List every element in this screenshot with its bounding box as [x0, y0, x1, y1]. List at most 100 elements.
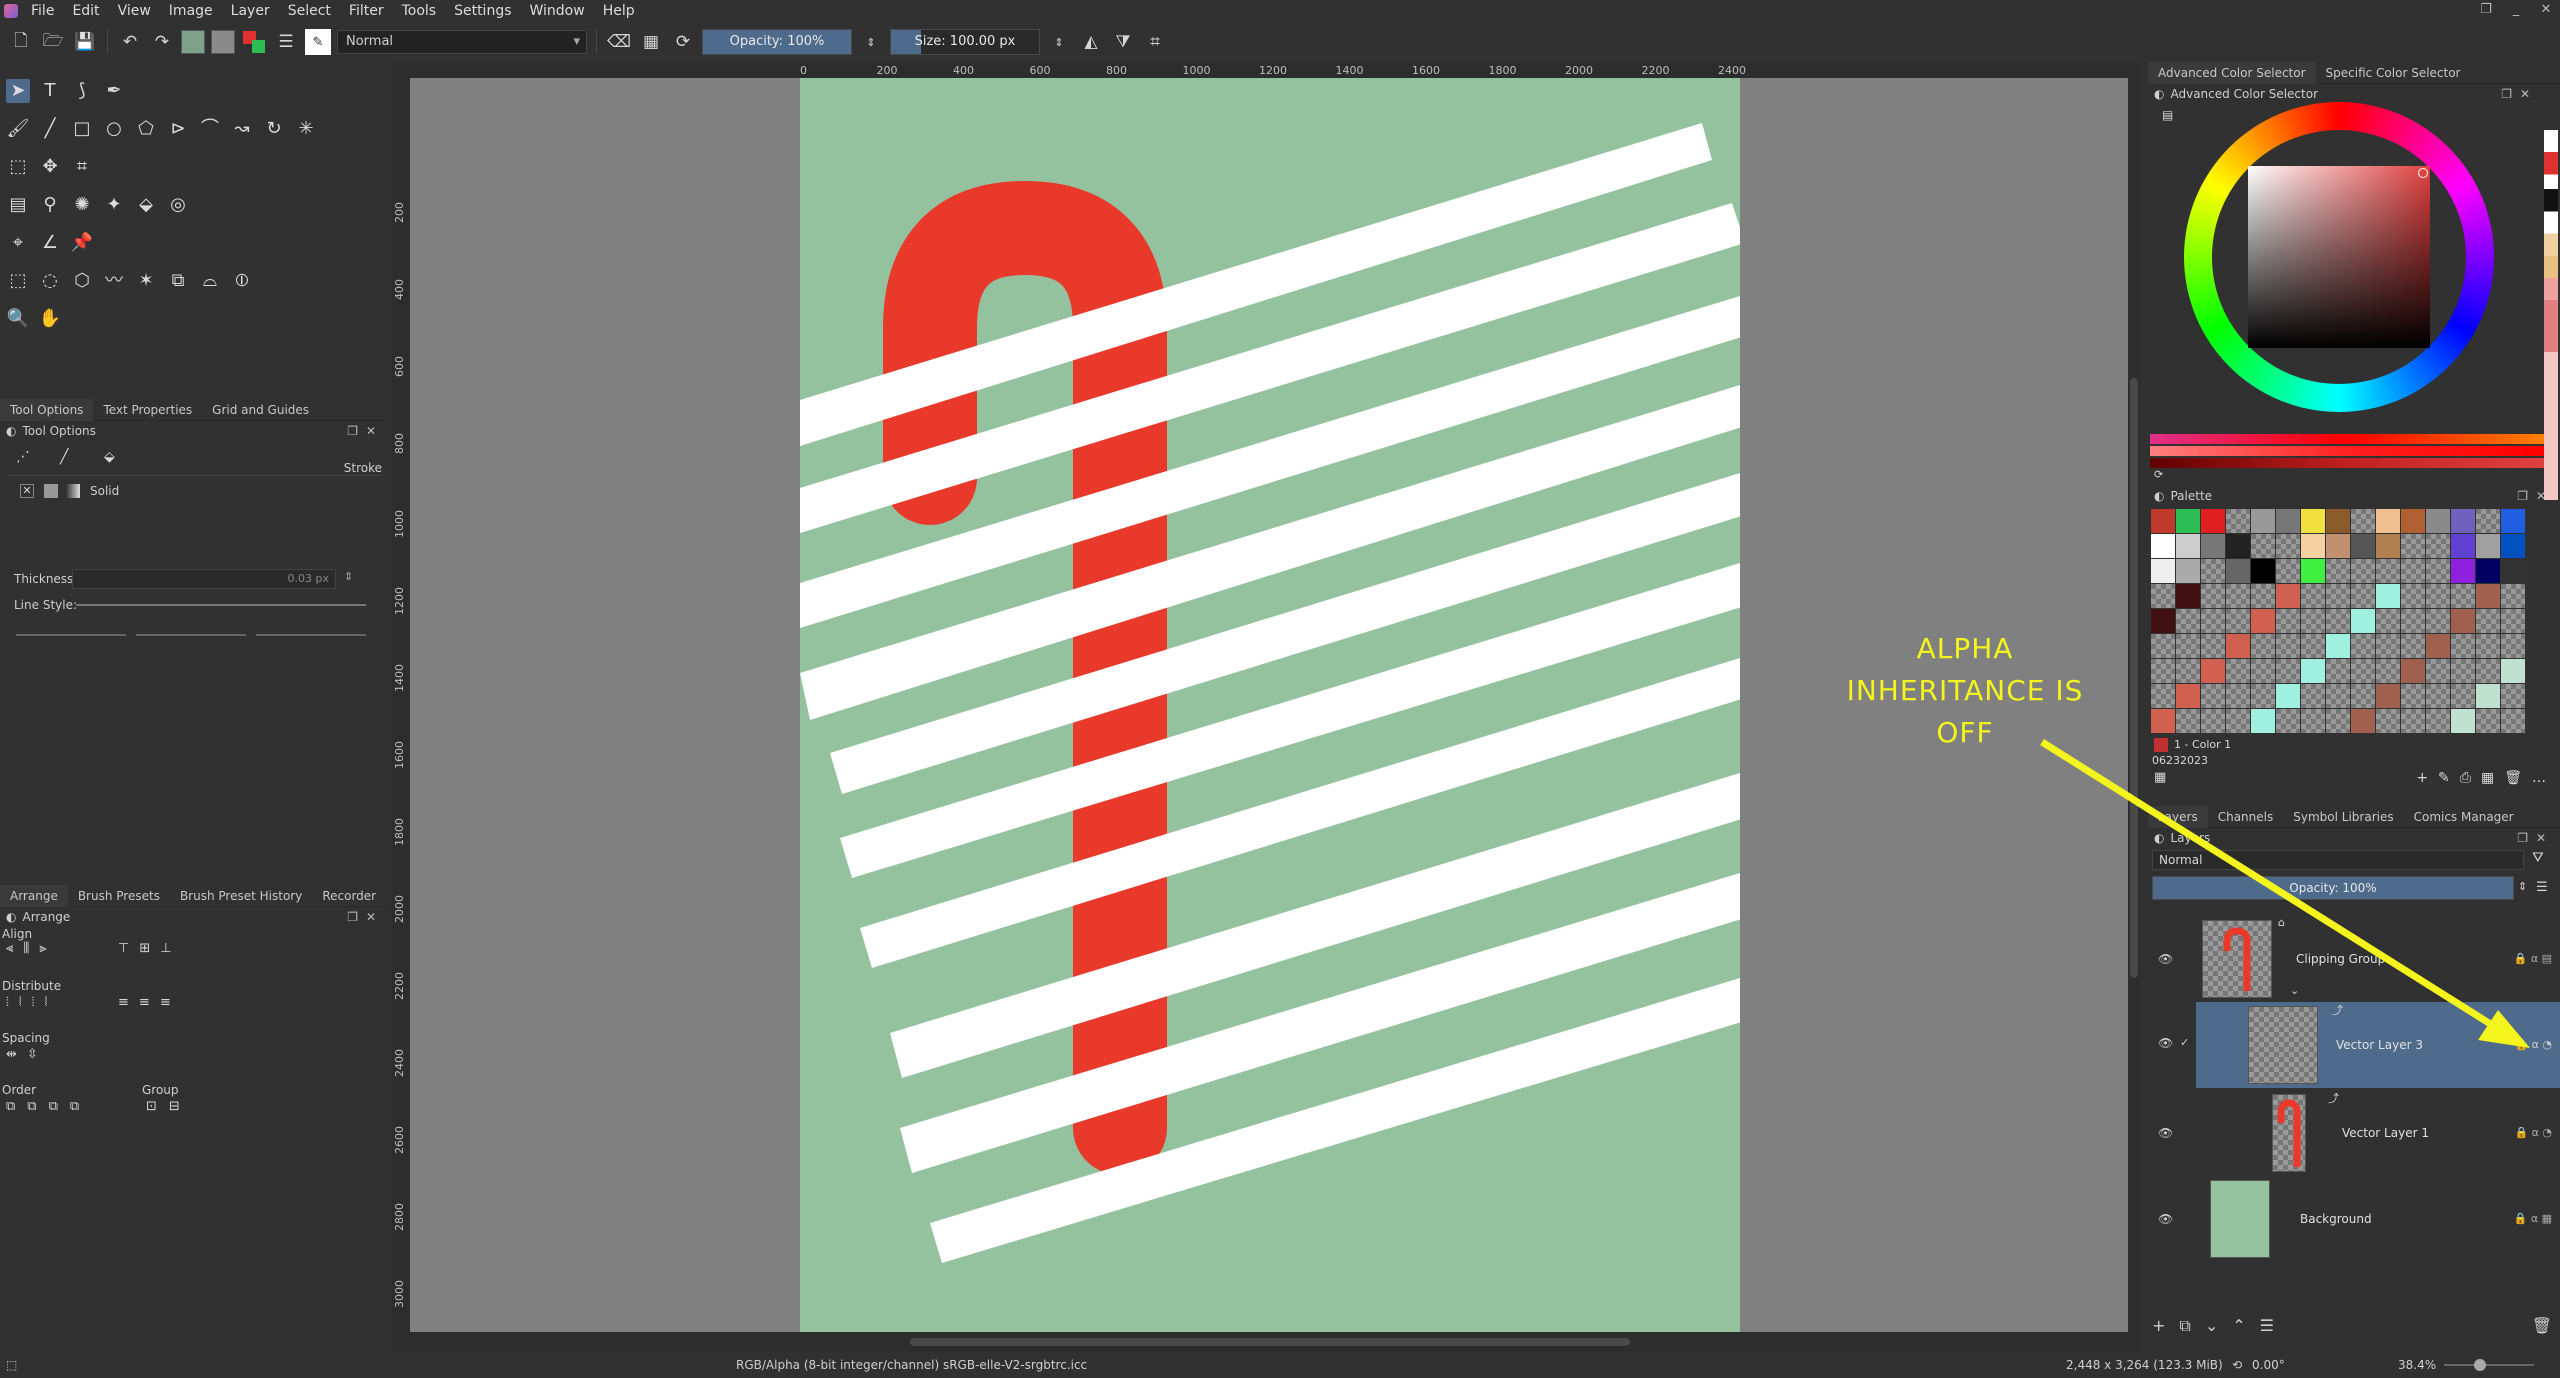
- palette-swatch[interactable]: [2451, 634, 2475, 658]
- minimize-icon[interactable]: _: [2508, 2, 2524, 18]
- palette-swatch[interactable]: [2176, 684, 2200, 708]
- mirror-horizontal-icon[interactable]: ◭: [1078, 29, 1104, 55]
- reload-preset-icon[interactable]: ⟳: [670, 29, 696, 55]
- palette-swatch[interactable]: [2276, 534, 2300, 558]
- docker-float-close-icons[interactable]: ❐✕: [2517, 489, 2554, 503]
- size-slider[interactable]: Size: 100.00 px: [890, 29, 1040, 55]
- pan-tool-icon[interactable]: ✋: [38, 307, 62, 331]
- palette-swatch[interactable]: [2351, 659, 2375, 683]
- palette-swatch[interactable]: [2376, 584, 2400, 608]
- fg-bg-color-swatch[interactable]: [241, 29, 267, 55]
- palette-swatch[interactable]: [2251, 709, 2275, 733]
- delete-swatch-icon[interactable]: 🗑: [2504, 770, 2522, 786]
- saturation-value-square[interactable]: [2248, 166, 2430, 348]
- undo-icon[interactable]: ↶: [117, 29, 143, 55]
- palette-swatch[interactable]: [2251, 659, 2275, 683]
- palette-swatch[interactable]: [2426, 609, 2450, 633]
- docker-lock-icon[interactable]: ◐: [6, 910, 16, 924]
- align-hcenter-icon[interactable]: ⫼: [23, 941, 29, 956]
- vertical-scrollbar[interactable]: [2128, 78, 2140, 1332]
- palette-more-icon[interactable]: …: [2532, 770, 2546, 786]
- import-palette-icon[interactable]: ⎙: [2460, 770, 2471, 786]
- color-selector-settings-icon[interactable]: ▤: [2162, 108, 2173, 122]
- palette-swatch[interactable]: [2351, 509, 2375, 533]
- palette-swatch[interactable]: [2401, 659, 2425, 683]
- palette-swatch[interactable]: [2476, 584, 2500, 608]
- palette-swatch[interactable]: [2326, 559, 2350, 583]
- palette-swatch[interactable]: [2501, 634, 2525, 658]
- palette-swatch[interactable]: [2401, 634, 2425, 658]
- refresh-colors-icon[interactable]: ⟳: [2154, 468, 2163, 481]
- zoom-slider[interactable]: [2444, 1359, 2534, 1371]
- palette-swatch[interactable]: [2226, 509, 2250, 533]
- docker-lock-icon[interactable]: ◐: [2154, 489, 2164, 503]
- rotation-icon[interactable]: ⟲: [2232, 1358, 2242, 1372]
- palette-swatch[interactable]: [2376, 609, 2400, 633]
- brush-preset-icon[interactable]: ✎: [305, 29, 331, 55]
- palette-swatch[interactable]: [2501, 559, 2525, 583]
- calligraphy-tool-icon[interactable]: ✒: [102, 79, 126, 103]
- add-layer-icon[interactable]: +: [2152, 1316, 2165, 1342]
- palette-swatch[interactable]: [2401, 534, 2425, 558]
- pattern-swatch[interactable]: [211, 30, 235, 54]
- docker-lock-icon[interactable]: ◐: [6, 424, 16, 438]
- palette-swatch[interactable]: [2176, 559, 2200, 583]
- palette-swatch[interactable]: [2301, 609, 2325, 633]
- palette-swatch[interactable]: [2401, 709, 2425, 733]
- menu-select[interactable]: Select: [279, 0, 340, 22]
- palette-swatch[interactable]: [2301, 659, 2325, 683]
- palette-swatch[interactable]: [2451, 534, 2475, 558]
- freehand-brush-tool-icon[interactable]: 🖌: [6, 117, 30, 141]
- palette-swatch[interactable]: [2401, 609, 2425, 633]
- menu-settings[interactable]: Settings: [445, 0, 520, 22]
- tab-brush-preset-history[interactable]: Brush Preset History: [170, 885, 312, 907]
- palette-swatch[interactable]: [2401, 584, 2425, 608]
- visibility-eye-icon[interactable]: 👁: [2158, 952, 2173, 966]
- distribute-right-icon[interactable]: ⦙: [32, 995, 35, 1010]
- palette-swatch[interactable]: [2276, 684, 2300, 708]
- tab-grid-guides[interactable]: Grid and Guides: [202, 399, 319, 421]
- palette-swatch[interactable]: [2276, 584, 2300, 608]
- edit-shapes-tool-icon[interactable]: ⟆: [70, 79, 94, 103]
- palette-swatch[interactable]: [2501, 584, 2525, 608]
- palette-swatch[interactable]: [2326, 659, 2350, 683]
- tab-tool-options[interactable]: Tool Options: [0, 398, 94, 421]
- layer-menu-icon[interactable]: ☰: [2536, 880, 2548, 895]
- palette-swatch[interactable]: [2426, 684, 2450, 708]
- group-collapse-icon[interactable]: ⌄: [2290, 984, 2299, 997]
- palette-swatch[interactable]: [2201, 559, 2225, 583]
- palette-swatch[interactable]: [2351, 609, 2375, 633]
- transform-tool-icon[interactable]: ⬚: [6, 155, 30, 179]
- palette-swatch[interactable]: [2376, 534, 2400, 558]
- palette-swatch[interactable]: [2326, 584, 2350, 608]
- smart-patch-tool-icon[interactable]: ✺: [70, 193, 94, 217]
- palette-swatch[interactable]: [2476, 609, 2500, 633]
- vertical-scroll-thumb[interactable]: [2130, 378, 2138, 978]
- palette-swatch[interactable]: [2301, 534, 2325, 558]
- palette-swatch[interactable]: [2251, 609, 2275, 633]
- visibility-eye-icon[interactable]: 👁: [2158, 1036, 2173, 1050]
- ellipse-select-tool-icon[interactable]: ◌: [38, 269, 62, 293]
- palette-swatch-grid[interactable]: [2151, 509, 2525, 733]
- stroke-line-icon[interactable]: ╱: [60, 449, 68, 465]
- palette-swatch[interactable]: [2276, 509, 2300, 533]
- palette-swatch[interactable]: [2476, 634, 2500, 658]
- duplicate-layer-icon[interactable]: ⧉: [2179, 1316, 2190, 1342]
- palette-swatch[interactable]: [2501, 509, 2525, 533]
- docker-float-close-icons[interactable]: ❐✕: [2517, 831, 2554, 845]
- fill-gradient-swatch[interactable]: [181, 30, 205, 54]
- bring-to-front-icon[interactable]: ⧉: [6, 1099, 15, 1114]
- opacity-stepper-icon[interactable]: ⇕: [858, 29, 884, 55]
- palette-swatch[interactable]: [2351, 684, 2375, 708]
- menu-image[interactable]: Image: [160, 0, 222, 22]
- palette-swatch[interactable]: [2301, 584, 2325, 608]
- palette-swatch[interactable]: [2376, 509, 2400, 533]
- close-icon[interactable]: ✕: [2538, 2, 2554, 18]
- palette-swatch[interactable]: [2376, 709, 2400, 733]
- palette-swatch[interactable]: [2476, 534, 2500, 558]
- tab-comics-manager[interactable]: Comics Manager: [2404, 806, 2524, 828]
- wrap-around-icon[interactable]: ⌗: [1142, 29, 1168, 55]
- palette-swatch[interactable]: [2151, 709, 2175, 733]
- status-selection-icon[interactable]: ⬚: [6, 1358, 17, 1372]
- document-canvas[interactable]: [800, 78, 1740, 1332]
